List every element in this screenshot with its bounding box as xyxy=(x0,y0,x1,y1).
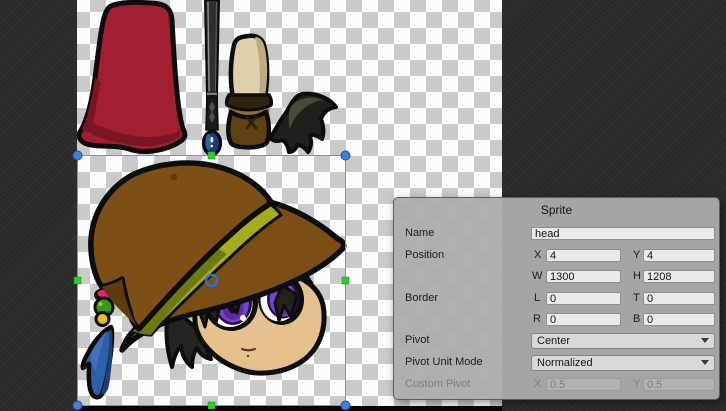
position-label: Position xyxy=(405,249,444,262)
t-prefix: T xyxy=(633,292,640,305)
dropdown-arrow-icon xyxy=(701,338,709,343)
texture-bottom-edge xyxy=(77,406,502,411)
name-label: Name xyxy=(405,227,434,240)
custom-y-prefix: Y xyxy=(633,378,640,391)
panel-title: Sprite xyxy=(394,203,719,217)
custom-pivot-x-input xyxy=(546,378,621,391)
border-b-input[interactable] xyxy=(643,313,715,326)
position-x-input[interactable] xyxy=(546,249,621,262)
custom-pivot-label: Custom Pivot xyxy=(405,378,470,391)
border-label: Border xyxy=(405,292,438,305)
staff-sprite[interactable] xyxy=(204,0,221,155)
height-input[interactable] xyxy=(643,270,715,283)
custom-x-prefix: X xyxy=(534,378,541,391)
pivot-unit-mode-dropdown[interactable]: Normalized xyxy=(531,355,715,371)
pivot-unit-mode-label: Pivot Unit Mode xyxy=(405,356,483,369)
width-input[interactable] xyxy=(546,270,621,283)
dropdown-arrow-icon xyxy=(701,360,709,365)
sprite-inspector-panel: Sprite Name Position X Y W H Border L T … xyxy=(393,197,720,400)
x-prefix: X xyxy=(534,249,541,262)
pivot-dropdown[interactable]: Center xyxy=(531,333,715,349)
position-y-input[interactable] xyxy=(643,249,715,262)
bead-yellow xyxy=(96,313,109,326)
boot-sprite[interactable] xyxy=(227,36,272,148)
border-t-input[interactable] xyxy=(643,292,715,305)
y-prefix: Y xyxy=(633,249,640,262)
pivot-label: Pivot xyxy=(405,334,429,347)
fez-hat-sprite[interactable] xyxy=(79,2,185,151)
h-prefix: H xyxy=(633,270,641,283)
name-input[interactable] xyxy=(531,227,715,240)
r-prefix: R xyxy=(533,313,541,326)
l-prefix: L xyxy=(534,292,540,305)
b-prefix: B xyxy=(633,313,640,326)
pivot-dropdown-value: Center xyxy=(537,335,570,347)
pivot-unit-mode-value: Normalized xyxy=(537,357,593,369)
custom-pivot-y-input xyxy=(643,378,715,391)
w-prefix: W xyxy=(532,270,542,283)
wing-sprite[interactable] xyxy=(270,94,336,152)
border-l-input[interactable] xyxy=(546,292,621,305)
sprite-editor-canvas: Sprite Name Position X Y W H Border L T … xyxy=(0,0,726,411)
head-sprite[interactable] xyxy=(83,163,344,397)
border-r-input[interactable] xyxy=(546,313,621,326)
